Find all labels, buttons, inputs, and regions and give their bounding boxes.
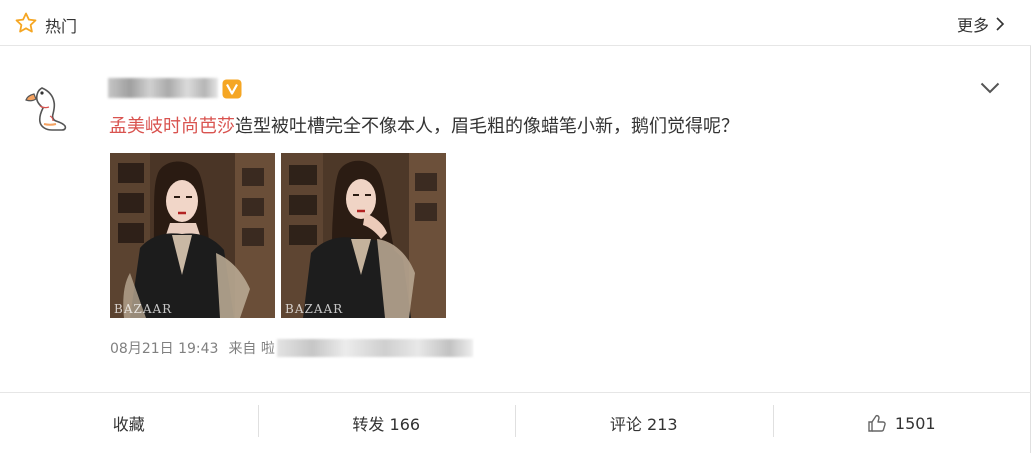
verified-badge-icon: [222, 79, 242, 99]
favorite-label: 收藏: [112, 415, 145, 434]
section-title: 热门: [45, 17, 78, 36]
comment-button[interactable]: 评论 213: [515, 393, 773, 453]
image-watermark: BAZAAR: [114, 302, 173, 316]
post-body: 造型被吐槽完全不像本人，眉毛粗的像蜡笔小新，鹅们觉得呢？: [235, 116, 739, 137]
repost-label: 转发 166: [352, 415, 421, 434]
mention-link[interactable]: 孟美岐时尚芭莎: [109, 116, 235, 137]
image-watermark: BAZAAR: [285, 302, 344, 316]
favorite-button[interactable]: 收藏: [0, 393, 258, 453]
chevron-down-icon[interactable]: [980, 82, 1000, 94]
post-source-blurred: [276, 339, 473, 357]
like-count: 1501: [894, 413, 936, 433]
section-header: 热门 更多: [0, 0, 1031, 46]
post-meta: 08月21日 19:43 来自 啦: [110, 338, 473, 358]
action-bar: 收藏 转发 166 评论 213 1501: [0, 392, 1031, 453]
more-link[interactable]: 更多: [957, 12, 1005, 36]
post-card: 孟美岐时尚芭莎造型被吐槽完全不像本人，眉毛粗的像蜡笔小新，鹅们觉得呢？ BAZA…: [0, 46, 1031, 392]
photo-illustration: [110, 153, 275, 318]
post-timestamp[interactable]: 08月21日 19:43: [110, 338, 218, 358]
post-text: 孟美岐时尚芭莎造型被吐槽完全不像本人，眉毛粗的像蜡笔小新，鹅们觉得呢？: [109, 115, 739, 139]
comment-label: 评论 213: [609, 415, 678, 434]
chevron-right-icon: [996, 17, 1005, 31]
weibo-feed-card: 热门 更多 孟美岐时尚芭莎造型被吐槽完全不像本人，眉毛粗的像蜡笔小新，鹅们觉得呢…: [0, 0, 1031, 453]
post-source: 来自 啦: [228, 341, 275, 357]
avatar[interactable]: [20, 72, 84, 136]
repost-button[interactable]: 转发 166: [257, 393, 516, 453]
like-button[interactable]: 1501: [772, 393, 1031, 453]
photo-illustration: [281, 153, 446, 318]
post-image-2[interactable]: BAZAAR: [281, 153, 446, 318]
star-outline-icon: [15, 12, 37, 33]
thumbs-up-icon: [868, 414, 886, 432]
more-label: 更多: [956, 16, 989, 35]
author-name-blurred[interactable]: [108, 78, 218, 98]
post-image-1[interactable]: BAZAAR: [110, 153, 275, 318]
